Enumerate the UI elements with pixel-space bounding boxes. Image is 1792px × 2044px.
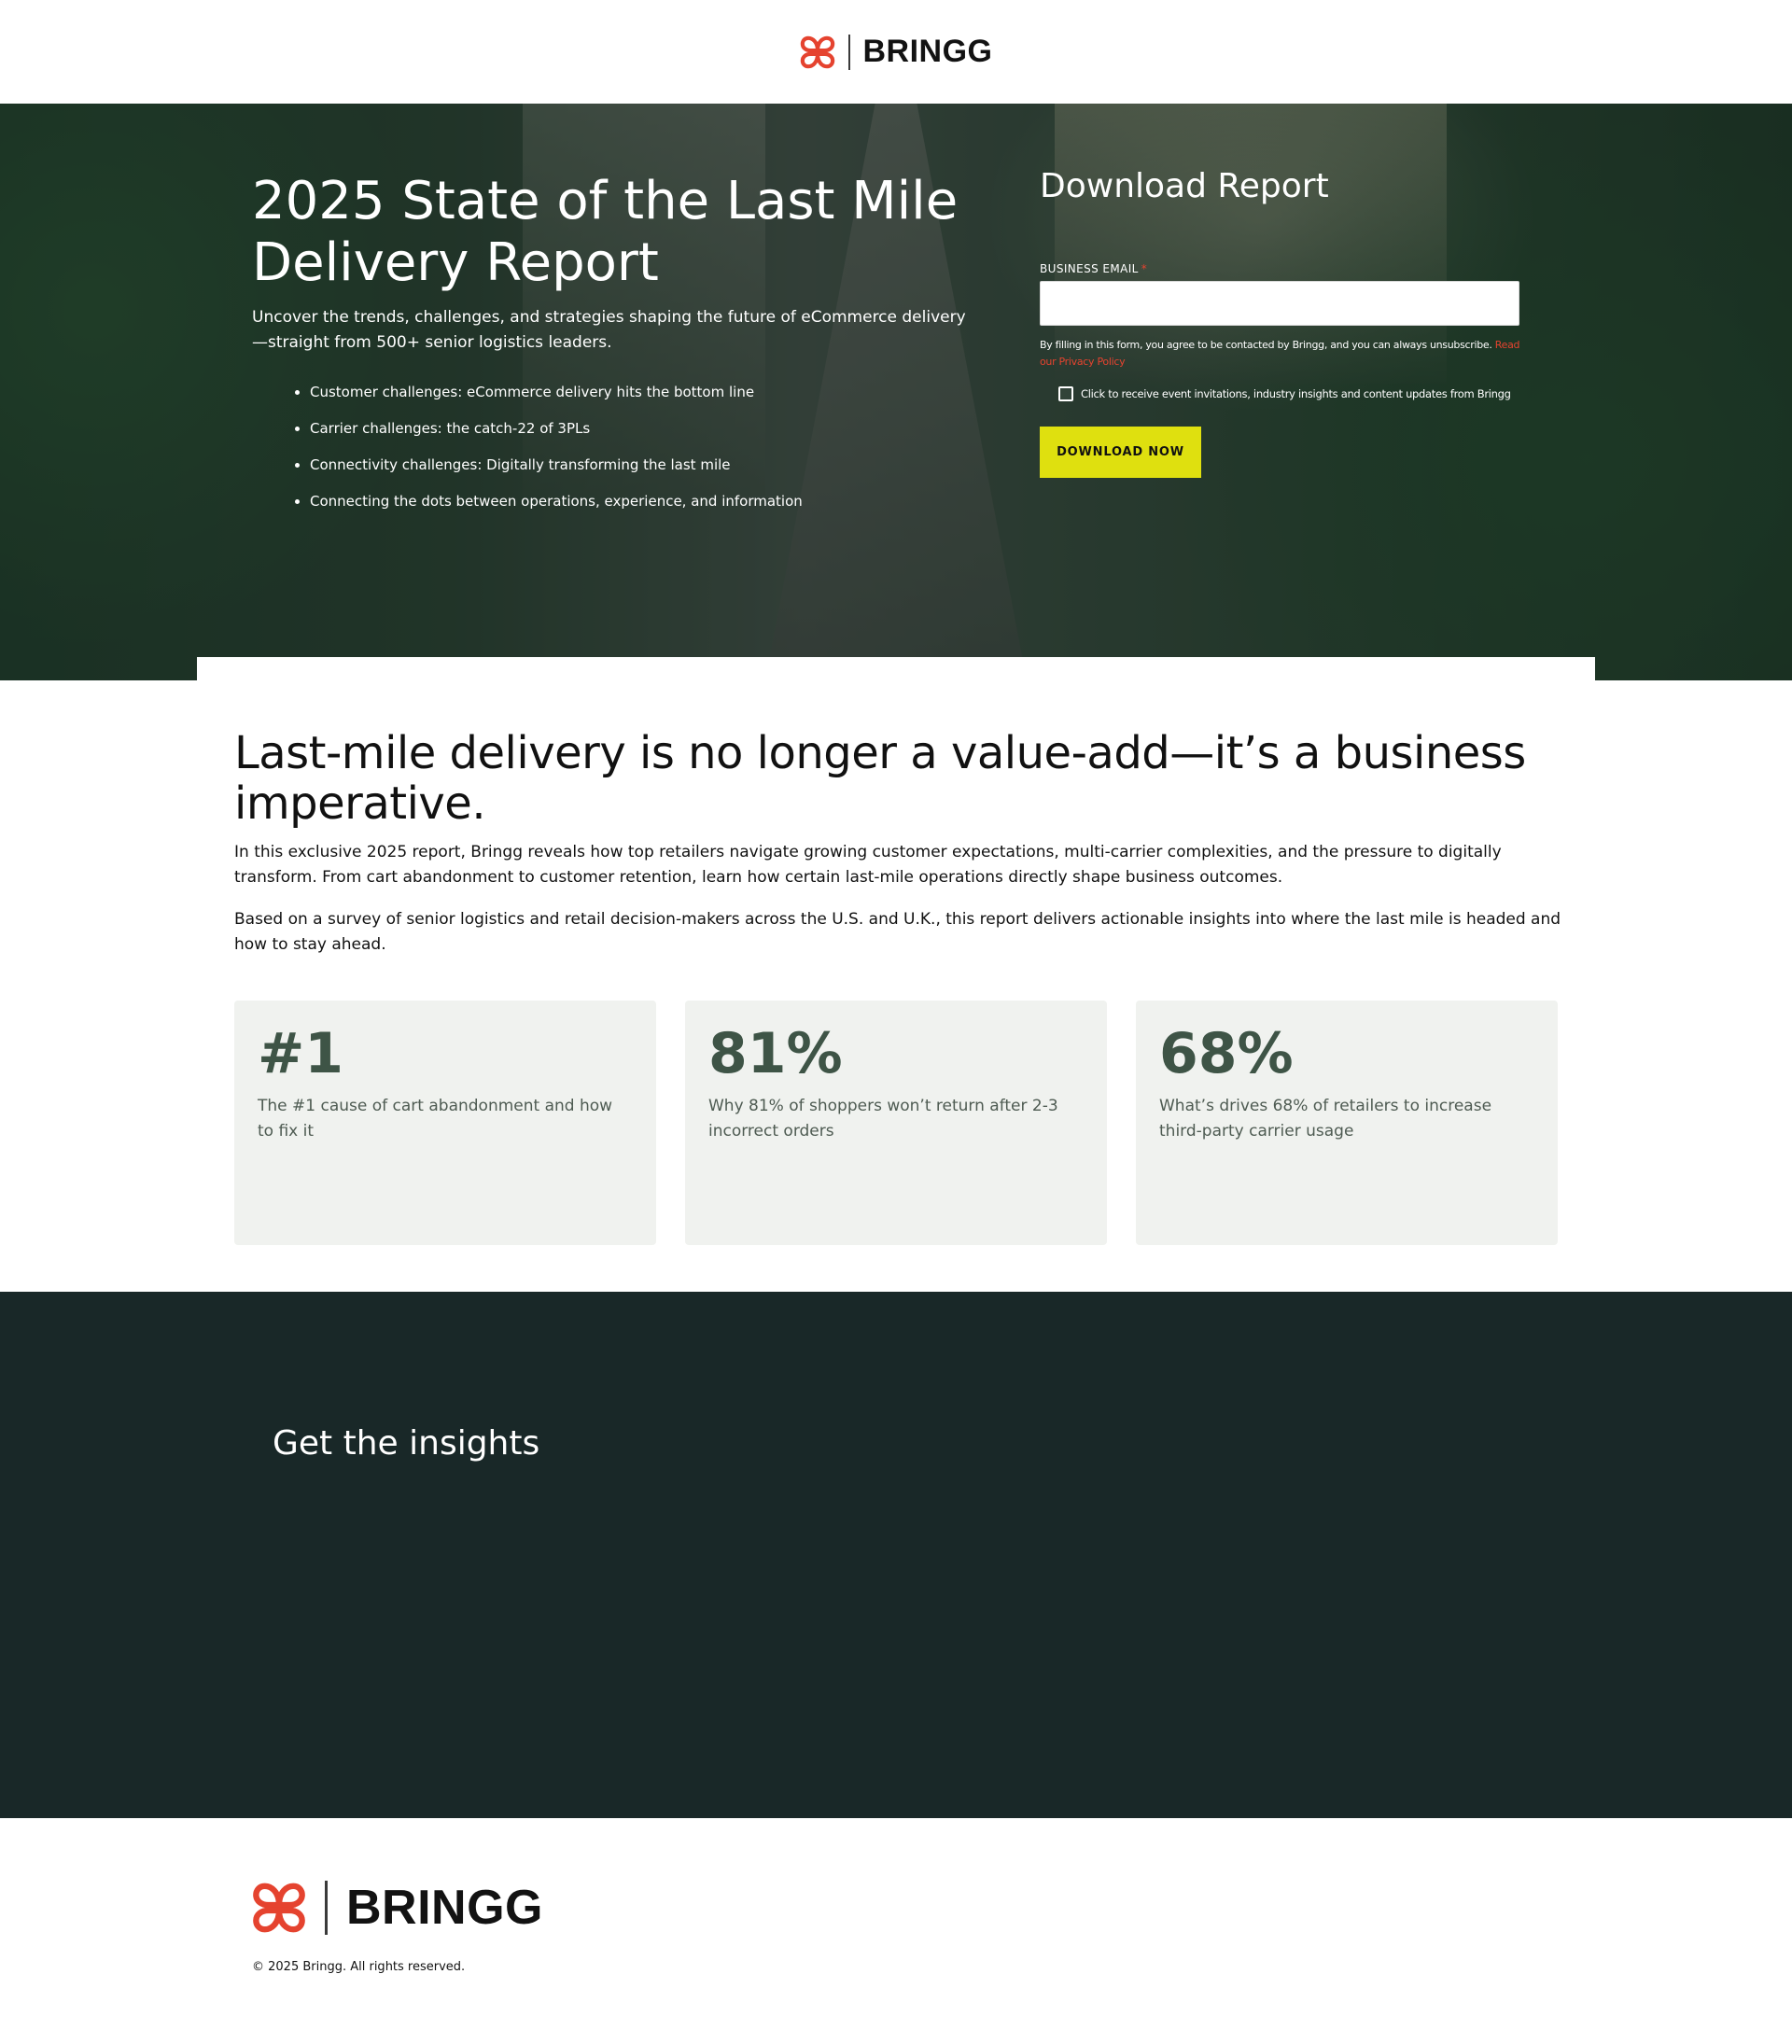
hero-title: 2025 State of the Last Mile Delivery Rep… [252,171,959,293]
stat-card-row: #1 The #1 cause of cart abandonment and … [234,1001,1558,1245]
insights-section: Get the insights [0,1292,1792,1818]
consent-text: By filling in this form, you agree to be… [1040,337,1525,371]
consent-statement: By filling in this form, you agree to be… [1040,339,1495,351]
bringg-knot-icon [253,1883,305,1933]
stat-card: 68% What’s drives 68% of retailers to in… [1136,1001,1558,1245]
stat-card: #1 The #1 cause of cart abandonment and … [234,1001,656,1245]
footer-bringg-logo[interactable]: BRINGG [252,1880,543,1936]
stat-value: 68% [1159,1021,1294,1086]
business-email-input[interactable] [1040,281,1519,326]
hero-bullet-item: Connectivity challenges: Digitally trans… [310,447,961,483]
email-field-label: BUSINESS EMAIL * [1040,262,1147,275]
site-footer: BRINGG © 2025 Bringg. All rights reserve… [0,1818,1792,2044]
optin-checkbox[interactable] [1058,386,1073,401]
optin-row: Click to receive event invitations, indu… [1058,386,1511,401]
hero-bullet-item: Carrier challenges: the catch-22 of 3PLs [310,411,961,447]
form-title: Download Report [1040,167,1329,205]
overview-paragraph-2: Based on a survey of senior logistics an… [234,910,1561,954]
insights-heading: Get the insights [273,1424,540,1463]
hero-bullet-item: Customer challenges: eCommerce delivery … [310,374,961,411]
hero-section: 2025 State of the Last Mile Delivery Rep… [0,104,1792,680]
report-overview-section: Last-mile delivery is no longer a value-… [197,657,1595,1292]
stat-value: #1 [258,1021,344,1086]
logo-wordmark: BRINGG [862,34,993,69]
logo-divider [847,34,850,70]
required-asterisk: * [1141,262,1148,275]
optin-label: Click to receive event invitations, indu… [1081,387,1511,400]
stat-value: 81% [708,1021,843,1086]
stat-description: The #1 cause of cart abandonment and how… [258,1097,613,1141]
copyright-text: © 2025 Bringg. All rights reserved. [252,1960,466,1974]
overview-heading: Last-mile delivery is no longer a value-… [234,727,1526,830]
stat-description: Why 81% of shoppers won’t return after 2… [708,1097,1058,1141]
hero-subtitle: Uncover the trends, challenges, and stra… [252,308,966,352]
bringg-knot-icon [800,35,834,68]
logo-divider [325,1881,328,1935]
email-label-text: BUSINESS EMAIL [1040,262,1139,275]
hero-bullet-item: Connecting the dots between operations, … [310,483,961,520]
download-now-button[interactable]: DOWNLOAD NOW [1040,427,1201,478]
hero-bullet-list: Customer challenges: eCommerce delivery … [289,374,961,520]
overview-paragraph-1: In this exclusive 2025 report, Bringg re… [234,843,1502,887]
bringg-logo[interactable]: BRINGG [800,34,993,71]
logo-wordmark: BRINGG [346,1881,543,1935]
stat-description: What’s drives 68% of retailers to increa… [1159,1097,1492,1141]
stat-card: 81% Why 81% of shoppers won’t return aft… [685,1001,1107,1245]
site-header: BRINGG [0,0,1792,104]
